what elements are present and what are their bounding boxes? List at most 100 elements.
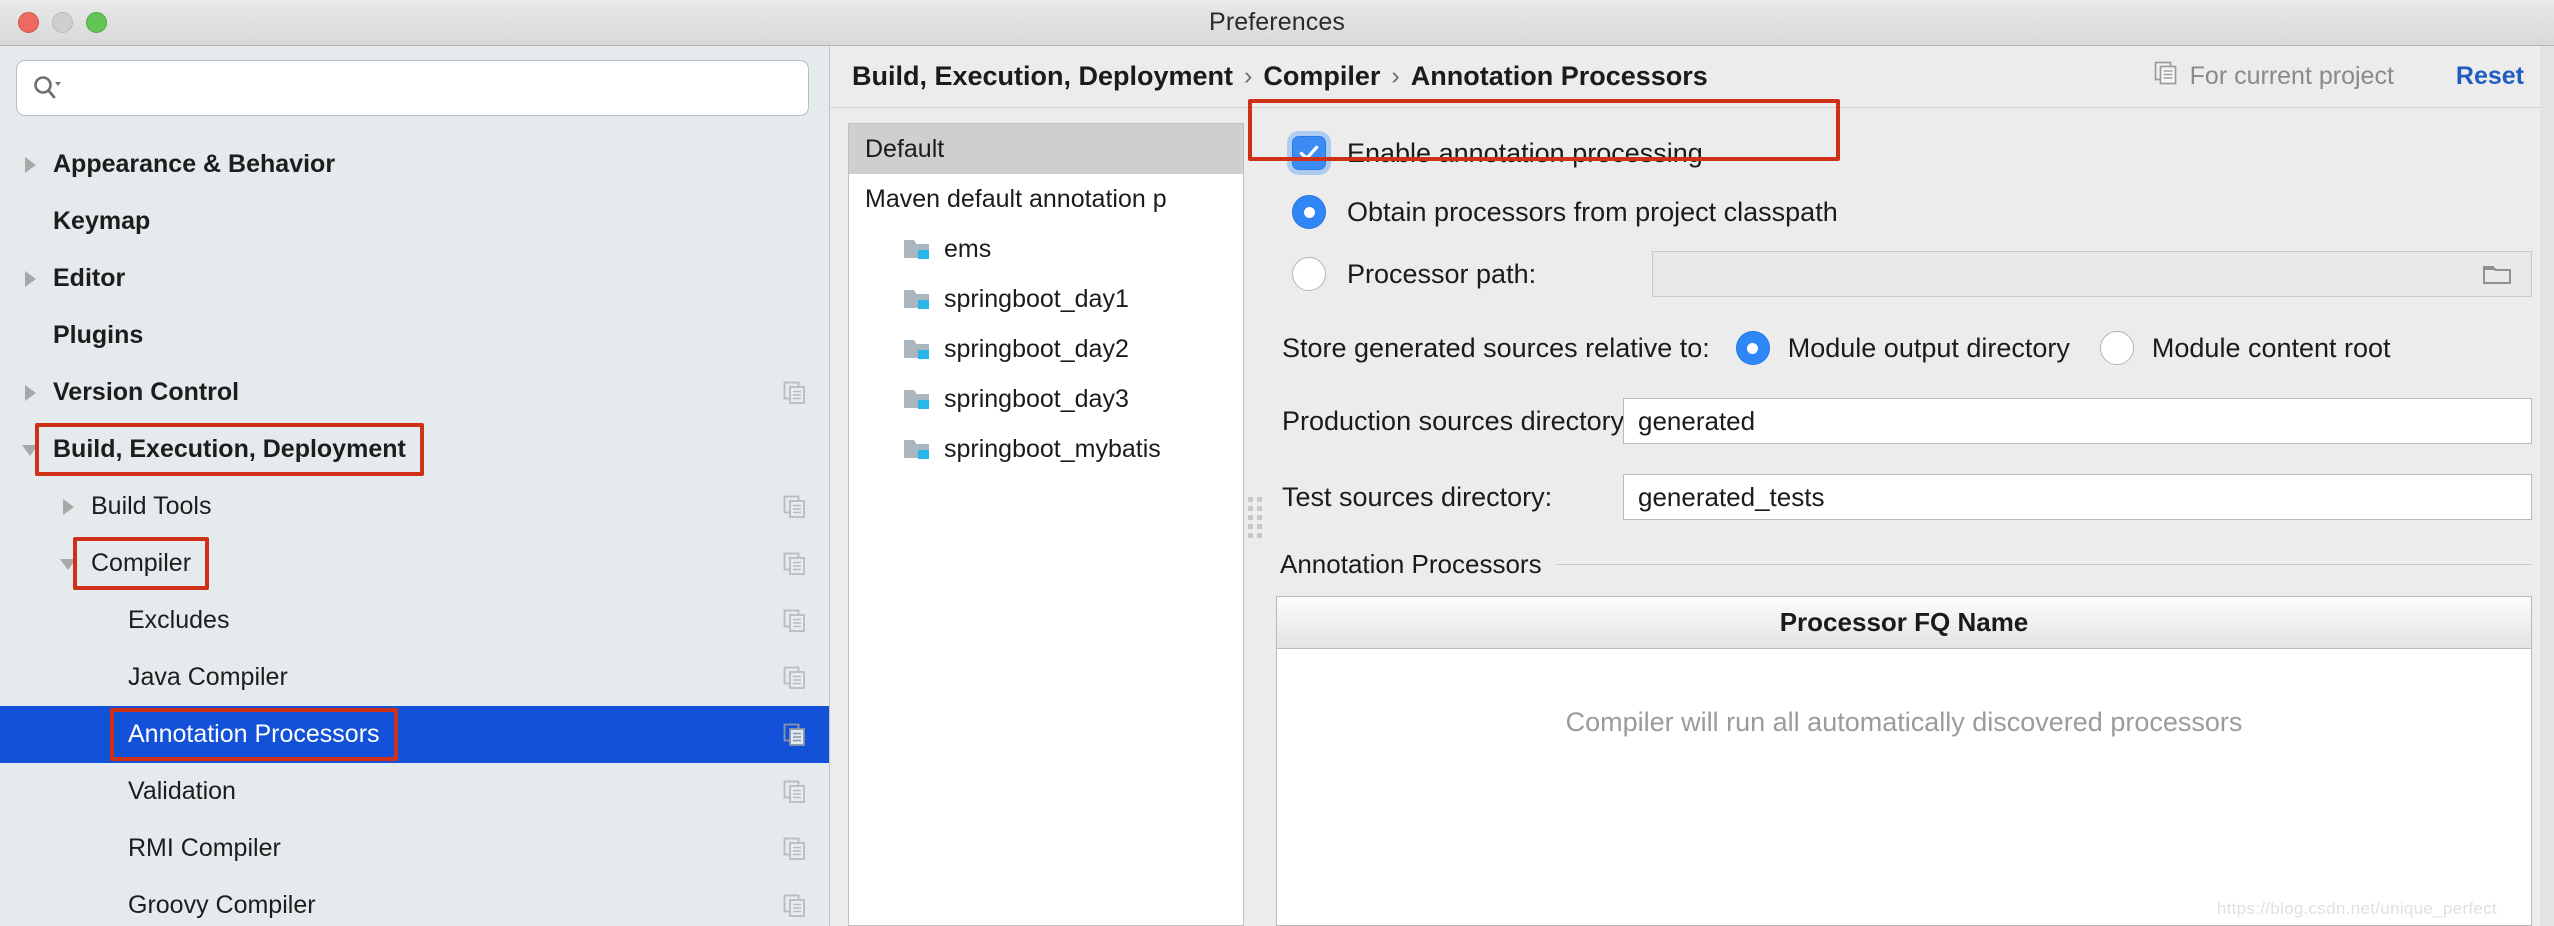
chevron-right-icon[interactable] bbox=[55, 494, 81, 520]
copy-icon[interactable] bbox=[782, 380, 808, 406]
sidebar-item-label: RMI Compiler bbox=[128, 834, 281, 863]
group-divider bbox=[1556, 564, 2532, 565]
reset-button[interactable]: Reset bbox=[2456, 62, 2524, 91]
search-icon bbox=[31, 73, 61, 103]
folder-icon[interactable] bbox=[2477, 261, 2517, 287]
module-list-item-label: springboot_day1 bbox=[944, 285, 1129, 314]
sidebar-item-label: Appearance & Behavior bbox=[53, 150, 335, 179]
breadcrumb-part-1[interactable]: Compiler bbox=[1263, 61, 1380, 92]
settings-detail-pane: Build, Execution, Deployment › Compiler … bbox=[830, 46, 2554, 926]
obtain-from-classpath-label: Obtain processors from project classpath bbox=[1347, 197, 1838, 228]
module-list-item[interactable]: springboot_day3 bbox=[849, 374, 1243, 424]
module-list-item[interactable]: ems bbox=[849, 224, 1243, 274]
sidebar-item-java-compiler[interactable]: Java Compiler bbox=[0, 649, 829, 706]
sidebar-item-compiler[interactable]: Compiler bbox=[0, 535, 829, 592]
copy-icon[interactable] bbox=[782, 779, 808, 805]
copy-icon[interactable] bbox=[782, 551, 808, 577]
detail-content: Default Maven default annotation pemsspr… bbox=[830, 108, 2554, 926]
sidebar-item-label: Compiler bbox=[91, 549, 191, 578]
sidebar-item-groovy-compiler[interactable]: Groovy Compiler bbox=[0, 877, 829, 926]
module-list-item[interactable]: springboot_mybatis bbox=[849, 424, 1243, 474]
copy-icon[interactable] bbox=[782, 836, 808, 862]
enable-annotation-processing-row[interactable]: Enable annotation processing bbox=[1276, 125, 2532, 181]
module-folder-icon bbox=[903, 236, 933, 262]
store-generated-sources-label: Store generated sources relative to: bbox=[1282, 333, 1710, 364]
window-titlebar: Preferences bbox=[0, 0, 2554, 46]
sidebar-item-version-control[interactable]: Version Control bbox=[0, 364, 829, 421]
module-list-item[interactable]: springboot_day1 bbox=[849, 274, 1243, 324]
annotation-processors-form: Enable annotation processing Obtain proc… bbox=[1266, 108, 2554, 926]
sidebar-item-plugins[interactable]: Plugins bbox=[0, 307, 829, 364]
module-list-item[interactable]: springboot_day2 bbox=[849, 324, 1243, 374]
module-output-directory-radio[interactable] bbox=[1736, 331, 1770, 365]
chevron-down-icon[interactable] bbox=[55, 551, 81, 577]
sidebar-item-label: Validation bbox=[128, 777, 236, 806]
obtain-from-classpath-row[interactable]: Obtain processors from project classpath bbox=[1276, 181, 2532, 243]
watermark: https://blog.csdn.net/unique_perfect bbox=[2217, 899, 2497, 919]
copy-icon[interactable] bbox=[782, 665, 808, 691]
vertical-scrollbar[interactable] bbox=[2540, 46, 2554, 926]
scope-indicator: For current project bbox=[2153, 60, 2394, 93]
module-folder-icon bbox=[903, 336, 933, 362]
chevron-down-icon[interactable] bbox=[17, 437, 43, 463]
chevron-right-icon[interactable] bbox=[17, 380, 43, 406]
search-box[interactable] bbox=[16, 60, 809, 116]
processors-empty-message: Compiler will run all automatically disc… bbox=[1566, 707, 2243, 738]
sidebar-item-label: Build, Execution, Deployment bbox=[53, 435, 406, 464]
module-list-item-label: ems bbox=[944, 235, 991, 264]
search-input[interactable] bbox=[67, 74, 794, 102]
copy-icon[interactable] bbox=[782, 893, 808, 919]
processor-path-row[interactable]: Processor path: bbox=[1276, 243, 2532, 305]
production-sources-value: generated bbox=[1638, 406, 1755, 437]
breadcrumb-part-0[interactable]: Build, Execution, Deployment bbox=[852, 61, 1233, 92]
obtain-from-classpath-radio[interactable] bbox=[1292, 195, 1326, 229]
window-body: Appearance & Behavior Keymap Editor Plugins… bbox=[0, 46, 2554, 926]
sidebar-item-label: Editor bbox=[53, 264, 125, 293]
scope-label: For current project bbox=[2190, 62, 2394, 91]
copy-icon[interactable] bbox=[782, 494, 808, 520]
processors-group-header: Annotation Processors bbox=[1276, 549, 2532, 580]
breadcrumb-separator-0: › bbox=[1244, 62, 1252, 91]
test-sources-value: generated_tests bbox=[1638, 482, 1824, 513]
window-title: Preferences bbox=[0, 8, 2554, 37]
sidebar-item-annotation-processors[interactable]: Annotation Processors bbox=[0, 706, 829, 763]
sidebar-item-editor[interactable]: Editor bbox=[0, 250, 829, 307]
module-list-item[interactable]: Maven default annotation p bbox=[849, 174, 1243, 224]
sidebar-item-label: Annotation Processors bbox=[128, 720, 380, 749]
sidebar-item-keymap[interactable]: Keymap bbox=[0, 193, 829, 250]
processor-path-radio[interactable] bbox=[1292, 257, 1326, 291]
sidebar-item-excludes[interactable]: Excludes bbox=[0, 592, 829, 649]
store-generated-sources-row: Store generated sources relative to: Mod… bbox=[1276, 313, 2532, 383]
processors-table[interactable]: Processor FQ Name Compiler will run all … bbox=[1276, 596, 2532, 926]
copy-icon[interactable] bbox=[782, 722, 808, 748]
production-sources-row: Production sources directory: generated bbox=[1276, 383, 2532, 459]
sidebar-item-validation[interactable]: Validation bbox=[0, 763, 829, 820]
chevron-right-icon[interactable] bbox=[17, 152, 43, 178]
sidebar-item-label: Groovy Compiler bbox=[128, 891, 316, 920]
enable-annotation-processing-checkbox[interactable] bbox=[1292, 136, 1326, 170]
module-list[interactable]: Default Maven default annotation pemsspr… bbox=[848, 123, 1244, 926]
processor-path-input[interactable] bbox=[1652, 251, 2532, 297]
sidebar-item-label: Java Compiler bbox=[128, 663, 288, 692]
chevron-right-icon[interactable] bbox=[17, 266, 43, 292]
module-content-root-label: Module content root bbox=[2152, 333, 2391, 364]
processors-table-body: Compiler will run all automatically disc… bbox=[1277, 649, 2531, 925]
sidebar-item-rmi-compiler[interactable]: RMI Compiler bbox=[0, 820, 829, 877]
splitter-grip-icon bbox=[1248, 497, 1262, 538]
sidebar-item-label: Keymap bbox=[53, 207, 150, 236]
settings-tree: Appearance & Behavior Keymap Editor Plugins… bbox=[0, 128, 829, 926]
panel-splitter[interactable] bbox=[1244, 108, 1266, 926]
copy-icon[interactable] bbox=[782, 608, 808, 634]
sidebar-item-build-tools[interactable]: Build Tools bbox=[0, 478, 829, 535]
module-list-item-label: springboot_day2 bbox=[944, 335, 1129, 364]
sidebar-item-label: Plugins bbox=[53, 321, 143, 350]
production-sources-input[interactable]: generated bbox=[1623, 398, 2532, 444]
module-content-root-radio[interactable] bbox=[2100, 331, 2134, 365]
breadcrumb-separator-1: › bbox=[1391, 62, 1399, 91]
test-sources-input[interactable]: generated_tests bbox=[1623, 474, 2532, 520]
sidebar-item-appearance-behavior[interactable]: Appearance & Behavior bbox=[0, 136, 829, 193]
sidebar-item-label: Build Tools bbox=[91, 492, 211, 521]
enable-annotation-processing-label: Enable annotation processing bbox=[1347, 138, 1703, 169]
production-sources-label: Production sources directory: bbox=[1282, 406, 1623, 437]
sidebar-item-build-execution-deployment[interactable]: Build, Execution, Deployment bbox=[0, 421, 829, 478]
